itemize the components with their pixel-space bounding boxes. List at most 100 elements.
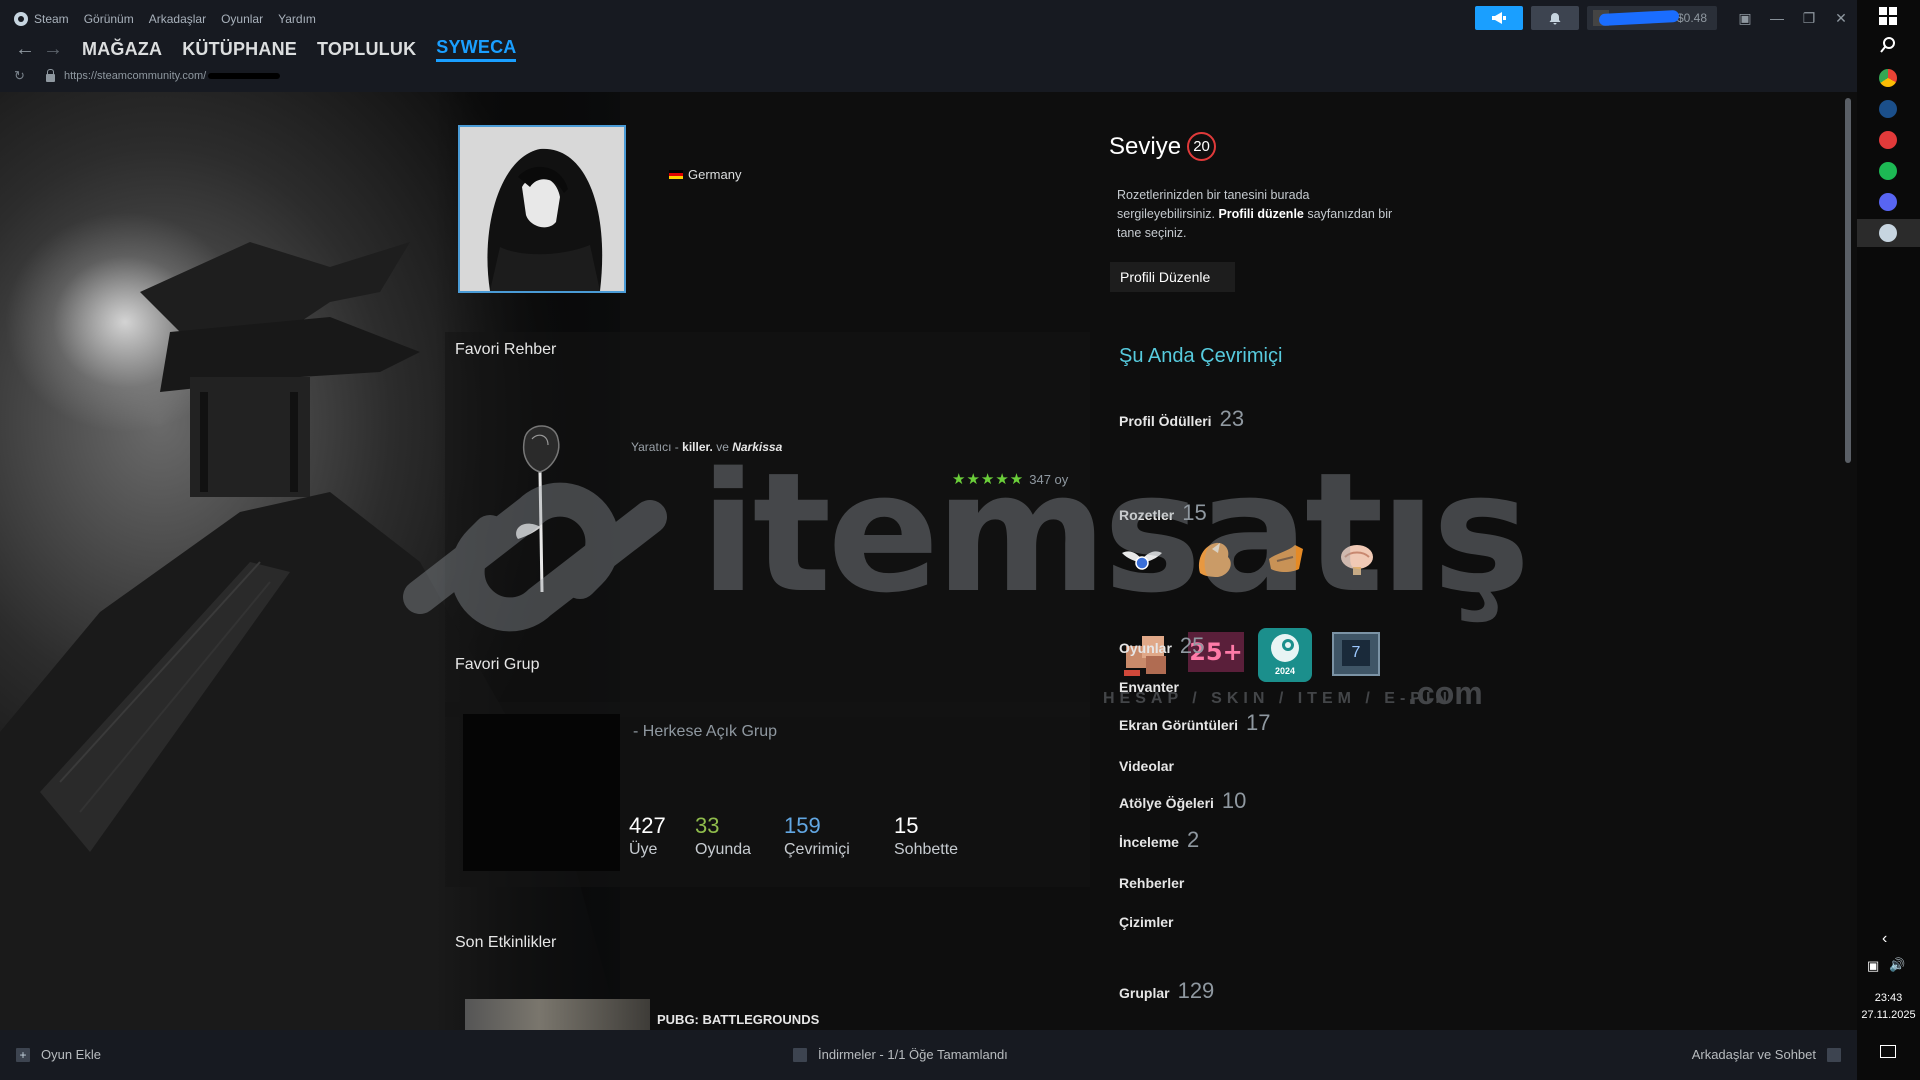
account-menu[interactable]: $0.48 — [1587, 6, 1717, 30]
windows-taskbar: ‹ ▣ 🔊 23:43 27.11.2025 — [1857, 0, 1920, 1080]
restore-icon[interactable]: ❐ — [1793, 10, 1825, 27]
downloads-status[interactable]: İndirmeler - 1/1 Öğe Tamamlandı — [793, 1047, 1008, 1062]
stat-label: Sohbette — [894, 841, 959, 858]
award-boot-icon[interactable] — [1263, 539, 1307, 579]
badge-showcase-hint: Rozetlerinizden bir tanesini burada serg… — [1117, 186, 1397, 243]
link-profile-awards[interactable]: Profil Ödülleri 23 — [1119, 406, 1244, 432]
group-stat-chat: 15 Sohbette — [894, 813, 958, 859]
guide-rating: ★★★★★ 347 oy — [952, 470, 1068, 488]
link-reviews[interactable]: İnceleme 2 — [1119, 827, 1199, 853]
reload-icon[interactable]: ↻ — [14, 68, 30, 84]
profile-avatar[interactable] — [458, 125, 626, 293]
link-videos[interactable]: Videolar — [1119, 758, 1174, 774]
minimize-icon[interactable]: — — [1761, 10, 1793, 26]
link-label: Rozetler — [1119, 507, 1175, 523]
group-stat-ingame: 33 Oyunda — [695, 813, 751, 859]
guide-author-2[interactable]: Narkissa — [732, 440, 782, 454]
avatar-image — [460, 127, 624, 291]
tab-store[interactable]: MAĞAZA — [82, 39, 162, 60]
link-label: Oyunlar — [1119, 640, 1172, 656]
badge-steam-2024[interactable]: 2024 — [1258, 628, 1312, 682]
steam-logo-icon — [1271, 634, 1299, 662]
stat-label: Üye — [629, 841, 658, 858]
friends-label: Arkadaşlar ve Sohbet — [1691, 1047, 1816, 1062]
tab-library[interactable]: KÜTÜPHANE — [182, 39, 297, 60]
badge-years-of-service[interactable]: 7 — [1332, 632, 1380, 676]
link-workshop[interactable]: Atölye Öğeleri 10 — [1119, 788, 1246, 814]
forward-arrow-icon[interactable]: → — [42, 38, 64, 60]
stat-number: 33 — [695, 813, 720, 838]
level-label: Seviye — [1109, 132, 1182, 160]
link-badges[interactable]: Rozetler 15 — [1119, 500, 1207, 526]
menu-friends[interactable]: Arkadaşlar — [149, 12, 206, 26]
recent-activity-title: Son Etkinlikler — [455, 934, 557, 951]
menu-help[interactable]: Yardım — [278, 12, 316, 26]
steam-logo-icon[interactable] — [14, 12, 28, 26]
friends-chat-button[interactable]: Arkadaşlar ve Sohbet — [1692, 1047, 1841, 1062]
award-brain-icon[interactable] — [1335, 539, 1379, 579]
rose-guide-image[interactable] — [490, 417, 590, 597]
tab-profile[interactable]: SYWECA — [436, 37, 517, 62]
stat-number: 159 — [784, 813, 821, 838]
profile-page: Germany Favori Rehber Yaratıcı - killer.… — [0, 92, 1857, 1030]
years-number: 7 — [1342, 640, 1370, 666]
url-text[interactable]: https://steamcommunity.com/ — [64, 70, 206, 82]
link-label: Çizimler — [1119, 914, 1174, 930]
notifications-button[interactable] — [1531, 6, 1579, 30]
discord-icon[interactable] — [1879, 193, 1897, 211]
steam-active-icon[interactable] — [1879, 224, 1897, 242]
menu-games[interactable]: Oyunlar — [221, 12, 263, 26]
online-status: Şu Anda Çevrimiçi — [1119, 345, 1283, 367]
link-inventory[interactable]: Envanter — [1119, 679, 1179, 695]
add-game-button[interactable]: + Oyun Ekle — [16, 1047, 101, 1062]
germany-flag-icon — [669, 170, 683, 179]
watermark-domain: .com — [1408, 675, 1483, 711]
windows-start-icon[interactable] — [1879, 7, 1897, 25]
stat-number: 427 — [629, 813, 666, 838]
link-groups[interactable]: Gruplar 129 — [1119, 978, 1214, 1004]
link-label: Ekran Görüntüleri — [1119, 717, 1239, 733]
search-icon[interactable] — [1880, 37, 1896, 53]
clock-time[interactable]: 23:43 — [1857, 992, 1920, 1004]
guide-author-1[interactable]: killer. — [682, 440, 713, 454]
nav-row: ← → MAĞAZA KÜTÜPHANE TOPLULUK SYWECA — [14, 36, 536, 62]
country-label: Germany — [688, 167, 742, 182]
close-icon[interactable]: ✕ — [1825, 10, 1857, 27]
chrome-icon[interactable] — [1879, 69, 1897, 87]
steam-taskbar-icon[interactable] — [1879, 100, 1897, 118]
menu-view[interactable]: Görünüm — [84, 12, 134, 26]
link-label: Atölye Öğeleri — [1119, 795, 1214, 811]
chevron-left-icon[interactable]: ‹ — [1882, 930, 1887, 948]
award-winged-icon[interactable] — [1120, 539, 1164, 579]
menu-steam[interactable]: Steam — [34, 12, 69, 26]
link-guides[interactable]: Rehberler — [1119, 875, 1184, 891]
tab-community[interactable]: TOPLULUK — [317, 39, 416, 60]
showcase-edit-link[interactable]: Profili düzenle — [1218, 207, 1303, 221]
profile-level: Seviye 20 — [1109, 132, 1217, 161]
spotify-icon[interactable] — [1879, 162, 1897, 180]
network-icon[interactable]: ▣ — [1867, 958, 1879, 974]
menu-bar: Steam Görünüm Arkadaşlar Oyunlar Yardım — [14, 10, 331, 28]
profile-country: Germany — [669, 167, 741, 182]
link-games[interactable]: Oyunlar 25 — [1119, 633, 1204, 659]
notification-center-icon[interactable] — [1880, 1045, 1896, 1058]
group-avatar[interactable] — [463, 714, 620, 871]
add-game-label: Oyun Ekle — [41, 1047, 101, 1062]
announcements-button[interactable] — [1475, 6, 1523, 30]
big-picture-icon[interactable]: ▣ — [1729, 10, 1761, 27]
page-scrollbar[interactable] — [1845, 98, 1851, 463]
volume-icon[interactable]: 🔊 — [1889, 957, 1905, 973]
red-app-icon[interactable] — [1879, 131, 1897, 149]
steam-bottom-bar: + Oyun Ekle İndirmeler - 1/1 Öğe Tamamla… — [0, 1030, 1857, 1080]
pubg-game-capsule[interactable] — [465, 999, 650, 1030]
back-arrow-icon[interactable]: ← — [14, 38, 36, 60]
award-fox-icon[interactable] — [1192, 539, 1236, 579]
edit-profile-button[interactable]: Profili Düzenle — [1110, 262, 1235, 292]
activity-game-name[interactable]: PUBG: BATTLEGROUNDS — [657, 1012, 819, 1027]
link-screenshots[interactable]: Ekran Görüntüleri 17 — [1119, 710, 1271, 736]
favorite-guide-title: Favori Rehber — [455, 341, 557, 358]
megaphone-icon — [1492, 12, 1506, 24]
link-artwork[interactable]: Çizimler — [1119, 914, 1173, 930]
link-label: Envanter — [1119, 679, 1179, 695]
clock-date[interactable]: 27.11.2025 — [1857, 1009, 1920, 1021]
